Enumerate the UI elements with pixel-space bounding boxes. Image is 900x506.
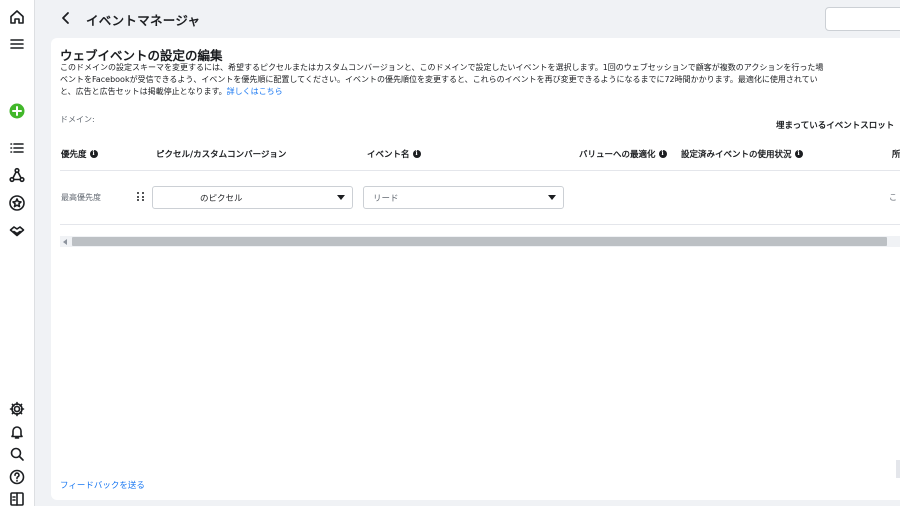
- pixel-select[interactable]: のピクセル: [152, 186, 353, 209]
- left-sidebar: [0, 0, 35, 506]
- description-line-2: ベントをFacebookが受信できるよう、イベントを優先順に配置してください。イ…: [60, 75, 818, 84]
- chevron-down-icon: [337, 195, 345, 200]
- header-priority: 優先度 i: [61, 148, 98, 160]
- description-line-1: このドメインの設定スキーマを変更するには、希望するピクセルまたはカスタムコンバー…: [60, 63, 824, 72]
- home-icon[interactable]: [8, 8, 26, 26]
- drag-handle-icon[interactable]: [137, 192, 145, 202]
- star-icon[interactable]: [8, 194, 26, 212]
- settings-icon[interactable]: [8, 400, 26, 418]
- right-edge-tab: [896, 460, 900, 478]
- pixel-select-value: のピクセル: [200, 193, 243, 204]
- add-icon[interactable]: [8, 102, 26, 120]
- description-line-3: と、広告と広告セットは掲載停止となります。: [60, 87, 227, 96]
- header-event-name: イベント名 i: [367, 148, 421, 160]
- feedback-link[interactable]: フィードバックを送る: [60, 479, 145, 491]
- header-event-usage: 設定済みイベントの使用状況 i: [681, 148, 803, 160]
- connections-icon[interactable]: [8, 166, 26, 184]
- bell-icon[interactable]: [8, 423, 26, 441]
- row-divider: [60, 224, 900, 225]
- menu-icon[interactable]: [8, 35, 26, 53]
- partner-icon[interactable]: [8, 222, 26, 240]
- horizontal-scrollbar[interactable]: [60, 236, 900, 247]
- scrollbar-thumb[interactable]: [72, 237, 887, 246]
- info-icon[interactable]: i: [412, 150, 421, 158]
- app-title: イベントマネージャ: [86, 13, 201, 28]
- top-bar: イベントマネージャ: [36, 0, 900, 36]
- top-search-box[interactable]: [825, 7, 900, 31]
- header-truncated: 所: [892, 148, 900, 160]
- domain-label: ドメイン:: [60, 115, 95, 124]
- event-select-value: リード: [373, 193, 399, 204]
- priority-label: 最高優先度: [61, 193, 101, 202]
- header-pixel-label: ピクセル/カスタムコンバージョン: [156, 150, 287, 160]
- info-icon[interactable]: i: [658, 150, 667, 158]
- scroll-left-arrow-icon[interactable]: [63, 239, 67, 245]
- help-icon[interactable]: [8, 468, 26, 486]
- header-truncated-label: 所: [892, 150, 900, 160]
- learn-more-link[interactable]: 詳しくはこちら: [227, 87, 283, 96]
- header-event-name-label: イベント名: [367, 150, 410, 160]
- settings-card: ウェブイベントの設定の編集 このドメインの設定スキーマを変更するには、希望するピ…: [51, 38, 900, 500]
- header-value-optimization-label: バリューへの最適化: [579, 150, 656, 160]
- header-priority-label: 優先度: [61, 150, 87, 160]
- info-icon[interactable]: i: [794, 150, 803, 158]
- panel-icon[interactable]: [8, 490, 26, 506]
- back-arrow-icon[interactable]: [58, 10, 74, 26]
- search-icon[interactable]: [8, 445, 26, 463]
- event-select[interactable]: リード: [363, 186, 564, 209]
- header-event-usage-label: 設定済みイベントの使用状況: [681, 150, 792, 160]
- chevron-down-icon: [548, 195, 556, 200]
- header-divider: [60, 170, 900, 171]
- row-truncated-text: こ: [889, 193, 897, 202]
- description: このドメインの設定スキーマを変更するには、希望するピクセルまたはカスタムコンバー…: [60, 62, 900, 98]
- info-icon[interactable]: i: [89, 150, 98, 158]
- event-slots-label: 埋まっているイベントスロット: [776, 121, 895, 131]
- header-pixel: ピクセル/カスタムコンバージョン: [156, 148, 286, 160]
- header-value-optimization: バリューへの最適化 i: [579, 148, 667, 160]
- list-icon[interactable]: [8, 139, 26, 157]
